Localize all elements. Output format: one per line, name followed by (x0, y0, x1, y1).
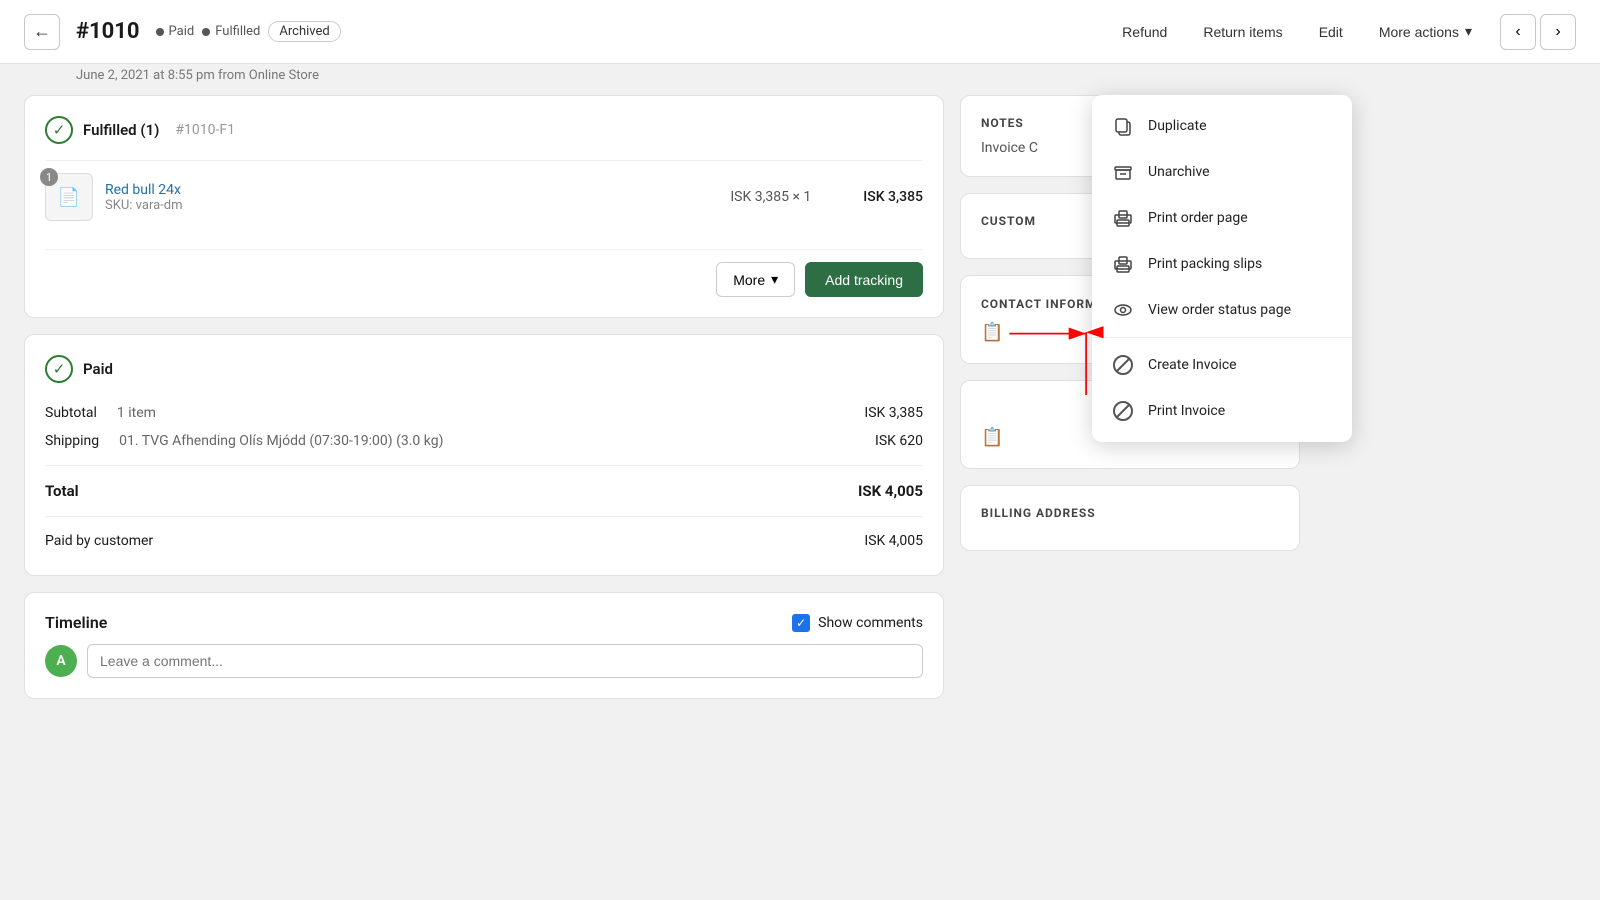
total-row: Total ISK 4,005 (45, 476, 923, 506)
refund-button[interactable]: Refund (1114, 20, 1175, 44)
billing-address-card: BILLING ADDRESS (960, 485, 1300, 551)
timeline-input-row: A (45, 644, 923, 678)
return-items-button[interactable]: Return items (1195, 20, 1290, 44)
show-comments-row: ✓ Show comments (792, 614, 923, 632)
more-actions-dropdown: Duplicate Unarchive Print order page (1092, 95, 1352, 442)
paid-check-icon: ✓ (45, 355, 73, 383)
dropdown-item-print-invoice[interactable]: Print Invoice (1092, 388, 1352, 434)
shipping-amount: ISK 620 (875, 433, 923, 449)
paid-card: ✓ Paid Subtotal 1 item ISK 3,385 Shippin… (24, 334, 944, 576)
unarchive-label: Unarchive (1148, 164, 1210, 180)
notes-title: Notes (981, 116, 1024, 130)
main-layout: ✓ Fulfilled (1) #1010-F1 1 📄 Red bull 24… (0, 95, 1600, 723)
dropdown-item-print-packing[interactable]: Print packing slips (1092, 241, 1352, 287)
product-info: Red bull 24x SKU: vara-dm (105, 182, 718, 213)
top-bar-actions: Refund Return items Edit More actions ▾ … (1114, 14, 1576, 50)
fulfilled-card: ✓ Fulfilled (1) #1010-F1 1 📄 Red bull 24… (24, 95, 944, 318)
copy-icon[interactable]: 📋 (981, 322, 1003, 343)
card-footer: More ▾ Add tracking (45, 249, 923, 297)
chevron-down-icon: ▾ (1465, 23, 1472, 40)
eye-icon (1112, 299, 1134, 321)
blocked-icon-2 (1112, 400, 1134, 422)
copy-icon-2[interactable]: 📋 (981, 427, 1003, 448)
product-price-calc: ISK 3,385 × 1 (730, 189, 811, 205)
fulfilled-dot (202, 28, 210, 36)
left-column: ✓ Fulfilled (1) #1010-F1 1 📄 Red bull 24… (24, 95, 944, 699)
total-amount: ISK 4,005 (858, 482, 923, 500)
top-bar: ← #1010 Paid Fulfilled Archived Refund R… (0, 0, 1600, 64)
product-total: ISK 3,385 (863, 189, 923, 205)
archive-icon (1112, 161, 1134, 183)
order-subtitle: June 2, 2021 at 8:55 pm from Online Stor… (0, 64, 1600, 95)
billing-address-title: BILLING ADDRESS (981, 506, 1096, 520)
back-icon: ← (33, 21, 51, 42)
duplicate-label: Duplicate (1148, 118, 1207, 134)
dropdown-item-duplicate[interactable]: Duplicate (1092, 103, 1352, 149)
dropdown-item-print-order[interactable]: Print order page (1092, 195, 1352, 241)
prev-order-button[interactable]: ‹ (1500, 14, 1536, 50)
paid-badge: Paid (156, 24, 195, 39)
status-badges: Paid Fulfilled Archived (156, 21, 341, 42)
order-number: #1010 (76, 19, 140, 44)
dropdown-item-view-status[interactable]: View order status page (1092, 287, 1352, 333)
subtotal-row: Subtotal 1 item ISK 3,385 (45, 399, 923, 427)
total-label: Total (45, 482, 79, 500)
print-invoice-label: Print Invoice (1148, 403, 1225, 419)
fulfilled-header: ✓ Fulfilled (1) #1010-F1 (45, 116, 923, 144)
subtotal-amount: ISK 3,385 (864, 405, 923, 421)
timeline-avatar: A (45, 645, 77, 677)
dropdown-item-unarchive[interactable]: Unarchive (1092, 149, 1352, 195)
back-button[interactable]: ← (24, 14, 60, 50)
print-packing-label: Print packing slips (1148, 256, 1262, 272)
product-image-box: 1 📄 (45, 173, 93, 221)
shipping-method: 01. TVG Afhending Olís Mjódd (07:30-19:0… (119, 433, 875, 449)
timeline-title: Timeline (45, 613, 107, 632)
archived-badge: Archived (268, 21, 340, 42)
chevron-down-icon: ▾ (771, 271, 778, 288)
edit-button[interactable]: Edit (1311, 20, 1351, 44)
paid-by-label: Paid by customer (45, 533, 153, 549)
shipping-label: Shipping (45, 433, 99, 449)
fulfilled-title: Fulfilled (1) (83, 121, 159, 139)
fulfilled-check-icon: ✓ (45, 116, 73, 144)
billing-address-header: BILLING ADDRESS (981, 506, 1279, 520)
blocked-icon (1112, 354, 1134, 376)
timeline-comment-input[interactable] (87, 644, 923, 678)
nav-arrows: ‹ › (1500, 14, 1576, 50)
paid-header: ✓ Paid (45, 355, 923, 383)
more-button[interactable]: More ▾ (716, 262, 795, 297)
more-actions-button[interactable]: More actions ▾ (1371, 19, 1480, 44)
print-order-label: Print order page (1148, 210, 1248, 226)
timeline-card: Timeline ✓ Show comments A (24, 592, 944, 699)
paid-dot (156, 28, 164, 36)
product-quantity-badge: 1 (40, 168, 58, 186)
subtotal-label: Subtotal (45, 405, 97, 421)
product-name-link[interactable]: Red bull 24x (105, 182, 181, 198)
next-order-button[interactable]: › (1540, 14, 1576, 50)
product-row: 1 📄 Red bull 24x SKU: vara-dm ISK 3,385 … (45, 160, 923, 233)
print-icon (1112, 207, 1134, 229)
view-status-label: View order status page (1148, 302, 1291, 318)
product-sku: SKU: vara-dm (105, 198, 718, 213)
timeline-header: Timeline ✓ Show comments (45, 613, 923, 632)
create-invoice-label: Create Invoice (1148, 357, 1237, 373)
fulfilled-id: #1010-F1 (175, 122, 235, 138)
product-document-icon: 📄 (58, 187, 80, 208)
subtotal-items: 1 item (117, 405, 864, 421)
show-comments-checkbox[interactable]: ✓ (792, 614, 810, 632)
add-tracking-button[interactable]: Add tracking (805, 262, 923, 297)
paid-by-amount: ISK 4,005 (864, 533, 923, 549)
print-packing-icon (1112, 253, 1134, 275)
paid-title: Paid (83, 360, 113, 378)
shipping-row: Shipping 01. TVG Afhending Olís Mjódd (0… (45, 427, 923, 455)
paid-by-row: Paid by customer ISK 4,005 (45, 527, 923, 555)
copy-icon-dd (1112, 115, 1134, 137)
dropdown-item-create-invoice[interactable]: Create Invoice (1092, 342, 1352, 388)
show-comments-label: Show comments (818, 615, 923, 631)
custom-title: Custom (981, 214, 1036, 228)
fulfilled-badge: Fulfilled (202, 24, 260, 39)
